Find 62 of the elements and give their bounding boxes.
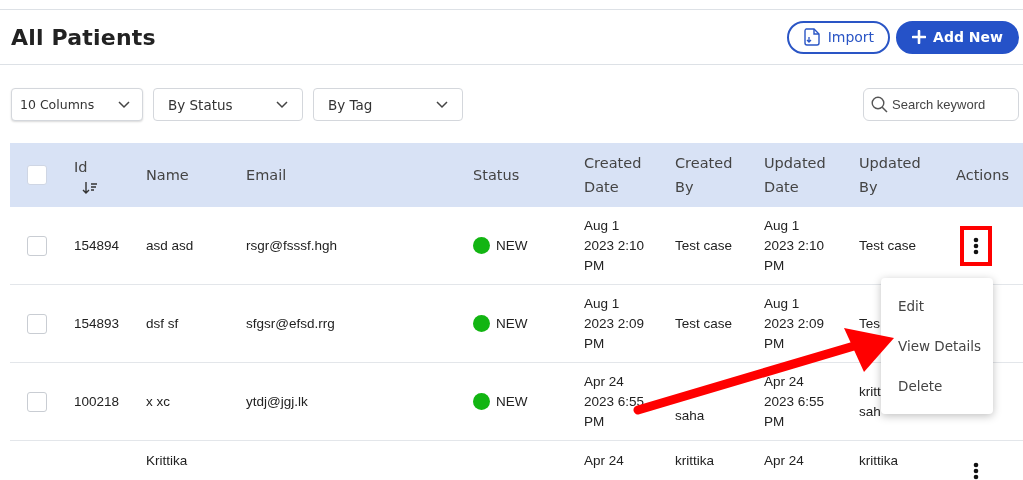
table-cell: Test case	[675, 237, 733, 253]
status-label: NEW	[496, 392, 528, 411]
table-cell: 154894	[74, 237, 120, 253]
add-new-button[interactable]: Add New	[896, 20, 1019, 54]
column-header[interactable]: Status	[473, 163, 520, 187]
page-title: All Patients	[11, 24, 156, 50]
sort-descending-icon[interactable]	[82, 181, 98, 195]
column-header[interactable]: Created Date	[584, 151, 642, 199]
table-cell: Krittika	[146, 453, 188, 468]
checkbox[interactable]	[27, 235, 47, 256]
search-field[interactable]: Search keyword	[863, 88, 1019, 121]
column-header[interactable]: Created By	[675, 151, 733, 199]
date-cell: Aug 1 2023 2:10 PM	[764, 217, 825, 273]
date-cell: Apr 24	[764, 453, 804, 468]
date-cell: Apr 24 2023 6:55 PM	[764, 373, 825, 429]
column-header[interactable]: Id	[74, 155, 88, 179]
date-cell: Apr 24	[584, 453, 624, 468]
table-cell: rsgr@fsssf.hgh	[246, 237, 337, 253]
table-cell: ytdj@jgj.lk	[246, 393, 308, 409]
menu-item[interactable]: View Details	[881, 325, 993, 366]
table-cell: Test case	[859, 237, 917, 253]
menu-item[interactable]: Edit	[881, 285, 993, 326]
date-cell: Aug 1 2023 2:10 PM	[584, 217, 645, 273]
search-icon	[871, 96, 888, 113]
table-cell: asd asd	[146, 237, 194, 253]
column-header[interactable]: Actions	[956, 163, 1009, 187]
vertical-dots-icon	[973, 236, 979, 255]
table-cell: x xc	[146, 393, 170, 409]
status-label: NEW	[496, 314, 528, 333]
plus-icon	[912, 30, 927, 44]
column-header[interactable]: Email	[246, 163, 287, 187]
column-header[interactable]: Name	[146, 163, 189, 187]
chevron-down-icon	[118, 100, 130, 109]
date-cell: Aug 1 2023 2:09 PM	[584, 295, 645, 351]
table-cell: krittika	[675, 453, 714, 468]
more-options-button[interactable]	[960, 225, 992, 266]
table-cell: dsf sf	[146, 315, 179, 331]
table-cell: sfgsr@efsd.rrg	[246, 315, 335, 331]
table-cell: Test case	[675, 315, 733, 331]
vertical-dots-icon	[973, 462, 979, 480]
filter-dropdown[interactable]: 10 Columns	[11, 88, 143, 121]
column-header[interactable]: Updated By	[859, 151, 921, 199]
menu-item[interactable]: Delete	[881, 365, 993, 406]
status-label: NEW	[496, 236, 528, 255]
table-cell: krittika	[859, 453, 898, 468]
import-button[interactable]: Import	[786, 20, 891, 54]
date-cell: Apr 24 2023 6:55 PM	[584, 373, 645, 429]
file-import-icon	[802, 27, 821, 47]
checkbox[interactable]	[27, 165, 47, 185]
checkbox[interactable]	[27, 391, 47, 412]
table-cell: 100218	[74, 393, 120, 409]
table-cell: Tes	[859, 315, 880, 331]
checkbox[interactable]	[27, 313, 47, 334]
table-cell: kritt sah	[859, 383, 881, 419]
table-cell: 154893	[74, 315, 120, 331]
table-cell: saha	[675, 407, 705, 423]
date-cell: Aug 1 2023 2:09 PM	[764, 295, 825, 351]
filter-dropdown[interactable]: By Tag	[313, 88, 463, 121]
column-header[interactable]: Updated Date	[764, 151, 826, 199]
filter-dropdown[interactable]: By Status	[153, 88, 303, 121]
chevron-down-icon	[276, 100, 288, 109]
chevron-down-icon	[436, 100, 448, 109]
